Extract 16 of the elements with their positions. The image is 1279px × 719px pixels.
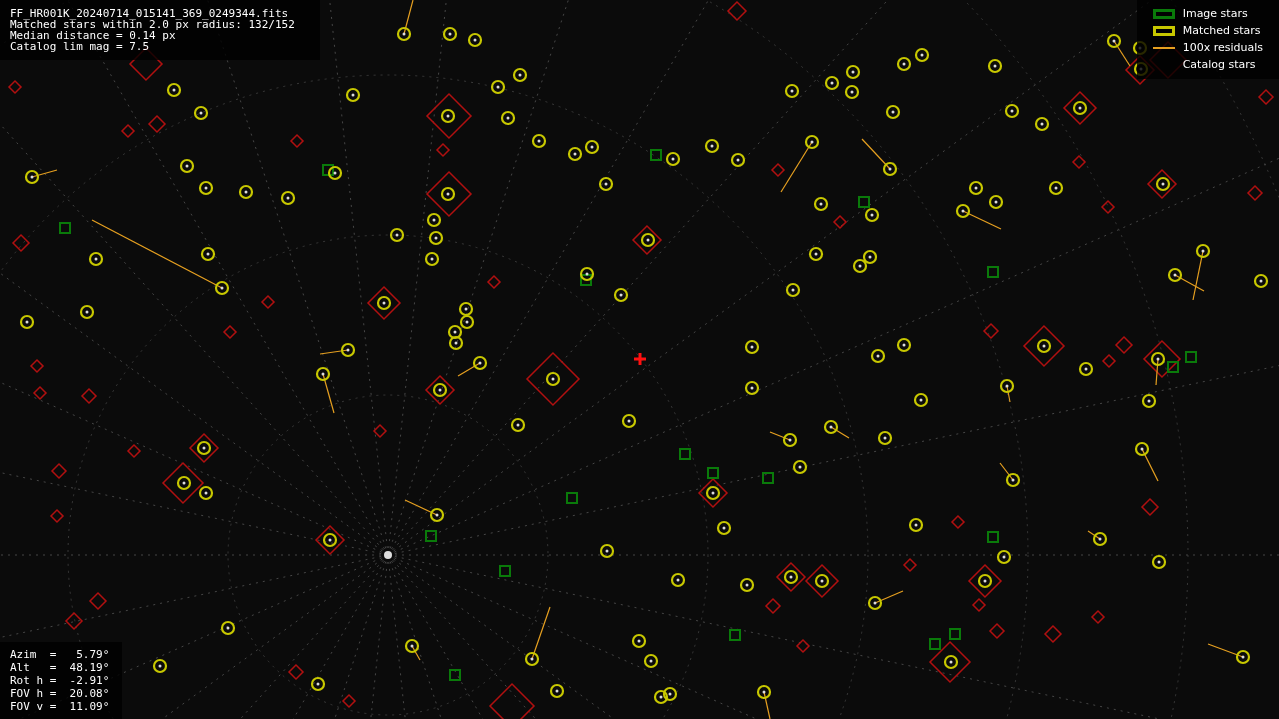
info-text: FF_HR001K_20240714_015141_369_0249344.fits: [10, 8, 290, 19]
info-text: Median distance = 0.14 px: [10, 30, 176, 41]
rectangle-icon: [1152, 26, 1175, 36]
pointing-text: Azim = 5.79°: [10, 648, 111, 661]
info-text: Catalog lim mag = 7.5: [10, 41, 151, 52]
pointing-text: FOV h = 20.08°: [10, 687, 111, 700]
pointing-text: Rot h = -2.91°: [10, 674, 111, 687]
legend-label: Image stars: [1182, 5, 1248, 22]
square-icon: [1152, 9, 1175, 19]
legend-label: Catalog stars: [1182, 56, 1256, 73]
info-text: Matched stars within 2.0 px radius: 132/152: [10, 19, 296, 30]
pointing-text: Alt = 48.19°: [10, 661, 111, 674]
legend-label: Matched stars: [1182, 22, 1261, 39]
pointing-text: FOV v = 11.09°: [10, 700, 111, 713]
legend-label: 100x residuals: [1182, 39, 1263, 56]
line-icon: [1152, 47, 1175, 49]
